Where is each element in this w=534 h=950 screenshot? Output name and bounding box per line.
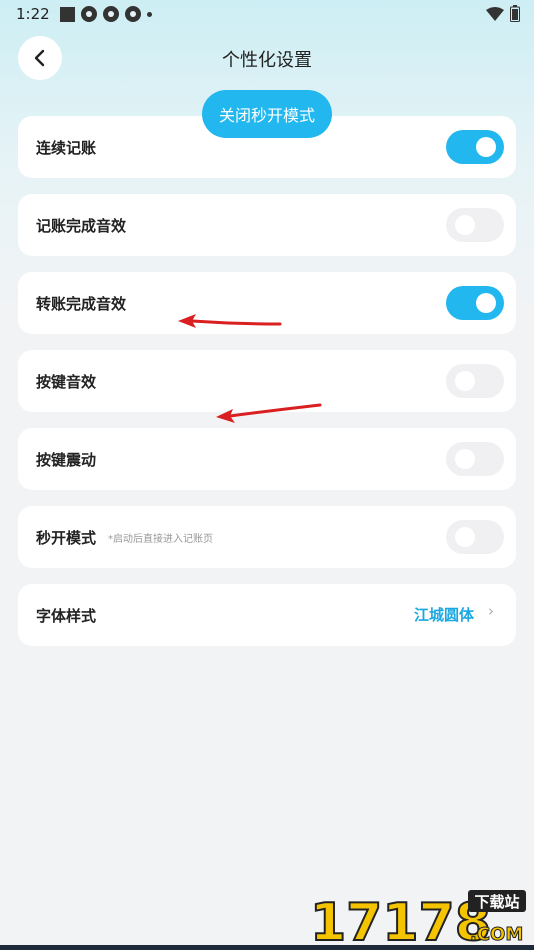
toggle-knob [455, 215, 475, 235]
system-icons [486, 5, 520, 22]
status-time: 1:22 [16, 5, 50, 23]
status-bar: 1:22 [0, 0, 534, 28]
bookkeeping-sound-toggle[interactable] [446, 208, 504, 242]
notification-icon [80, 6, 97, 22]
setting-label: 按键震动 [36, 450, 97, 469]
toast-message: 关闭秒开模式 [202, 90, 332, 138]
watermark-logo-icon: 17178 下载站 .COM [309, 890, 526, 950]
notification-icon [102, 6, 119, 22]
watermark-suffix: .COM [470, 924, 523, 945]
key-vibration-toggle[interactable] [446, 442, 504, 476]
toggle-knob [455, 527, 475, 547]
annotation-arrow-icon [178, 314, 282, 328]
toggle-knob [476, 137, 496, 157]
watermark-number: 17178 [310, 893, 491, 946]
setting-bookkeeping-sound[interactable]: 记账完成音效 [18, 194, 516, 256]
battery-icon [510, 5, 520, 22]
watermark-badge: 下载站 [474, 893, 519, 911]
setting-label: 连续记账 [36, 138, 97, 157]
toggle-knob [476, 293, 496, 313]
chevron-right-icon: › [488, 602, 494, 620]
key-sound-toggle[interactable] [446, 364, 504, 398]
transfer-sound-toggle[interactable] [446, 286, 504, 320]
setting-hint: *启动后直接进入记账页 [108, 533, 214, 545]
notification-icon [124, 6, 141, 22]
font-style-value: 江城圆体 [413, 606, 474, 624]
setting-key-vibration[interactable]: 按键震动 [18, 428, 516, 490]
quick-open-toggle[interactable] [446, 520, 504, 554]
page-title: 个性化设置 [222, 50, 312, 71]
notification-icons [59, 6, 152, 22]
setting-label: 转账完成音效 [36, 294, 127, 313]
toggle-knob [455, 449, 475, 469]
setting-label: 按键音效 [36, 372, 97, 391]
app-square-icon [59, 6, 75, 22]
setting-label: 字体样式 [36, 606, 97, 625]
setting-font-style[interactable]: 字体样式 江城圆体 › [18, 584, 516, 646]
navigation-bar [0, 945, 534, 950]
setting-label: 记账完成音效 [36, 216, 127, 235]
site-watermark: 17178 下载站 .COM [308, 886, 528, 950]
setting-label: 秒开模式 [36, 528, 97, 547]
more-notifications-icon [146, 11, 152, 17]
continuous-bookkeeping-toggle[interactable] [446, 130, 504, 164]
setting-quick-open[interactable]: 秒开模式 *启动后直接进入记账页 [18, 506, 516, 568]
toggle-knob [455, 371, 475, 391]
wifi-icon [486, 6, 504, 21]
annotation-arrow-icon [216, 403, 322, 423]
